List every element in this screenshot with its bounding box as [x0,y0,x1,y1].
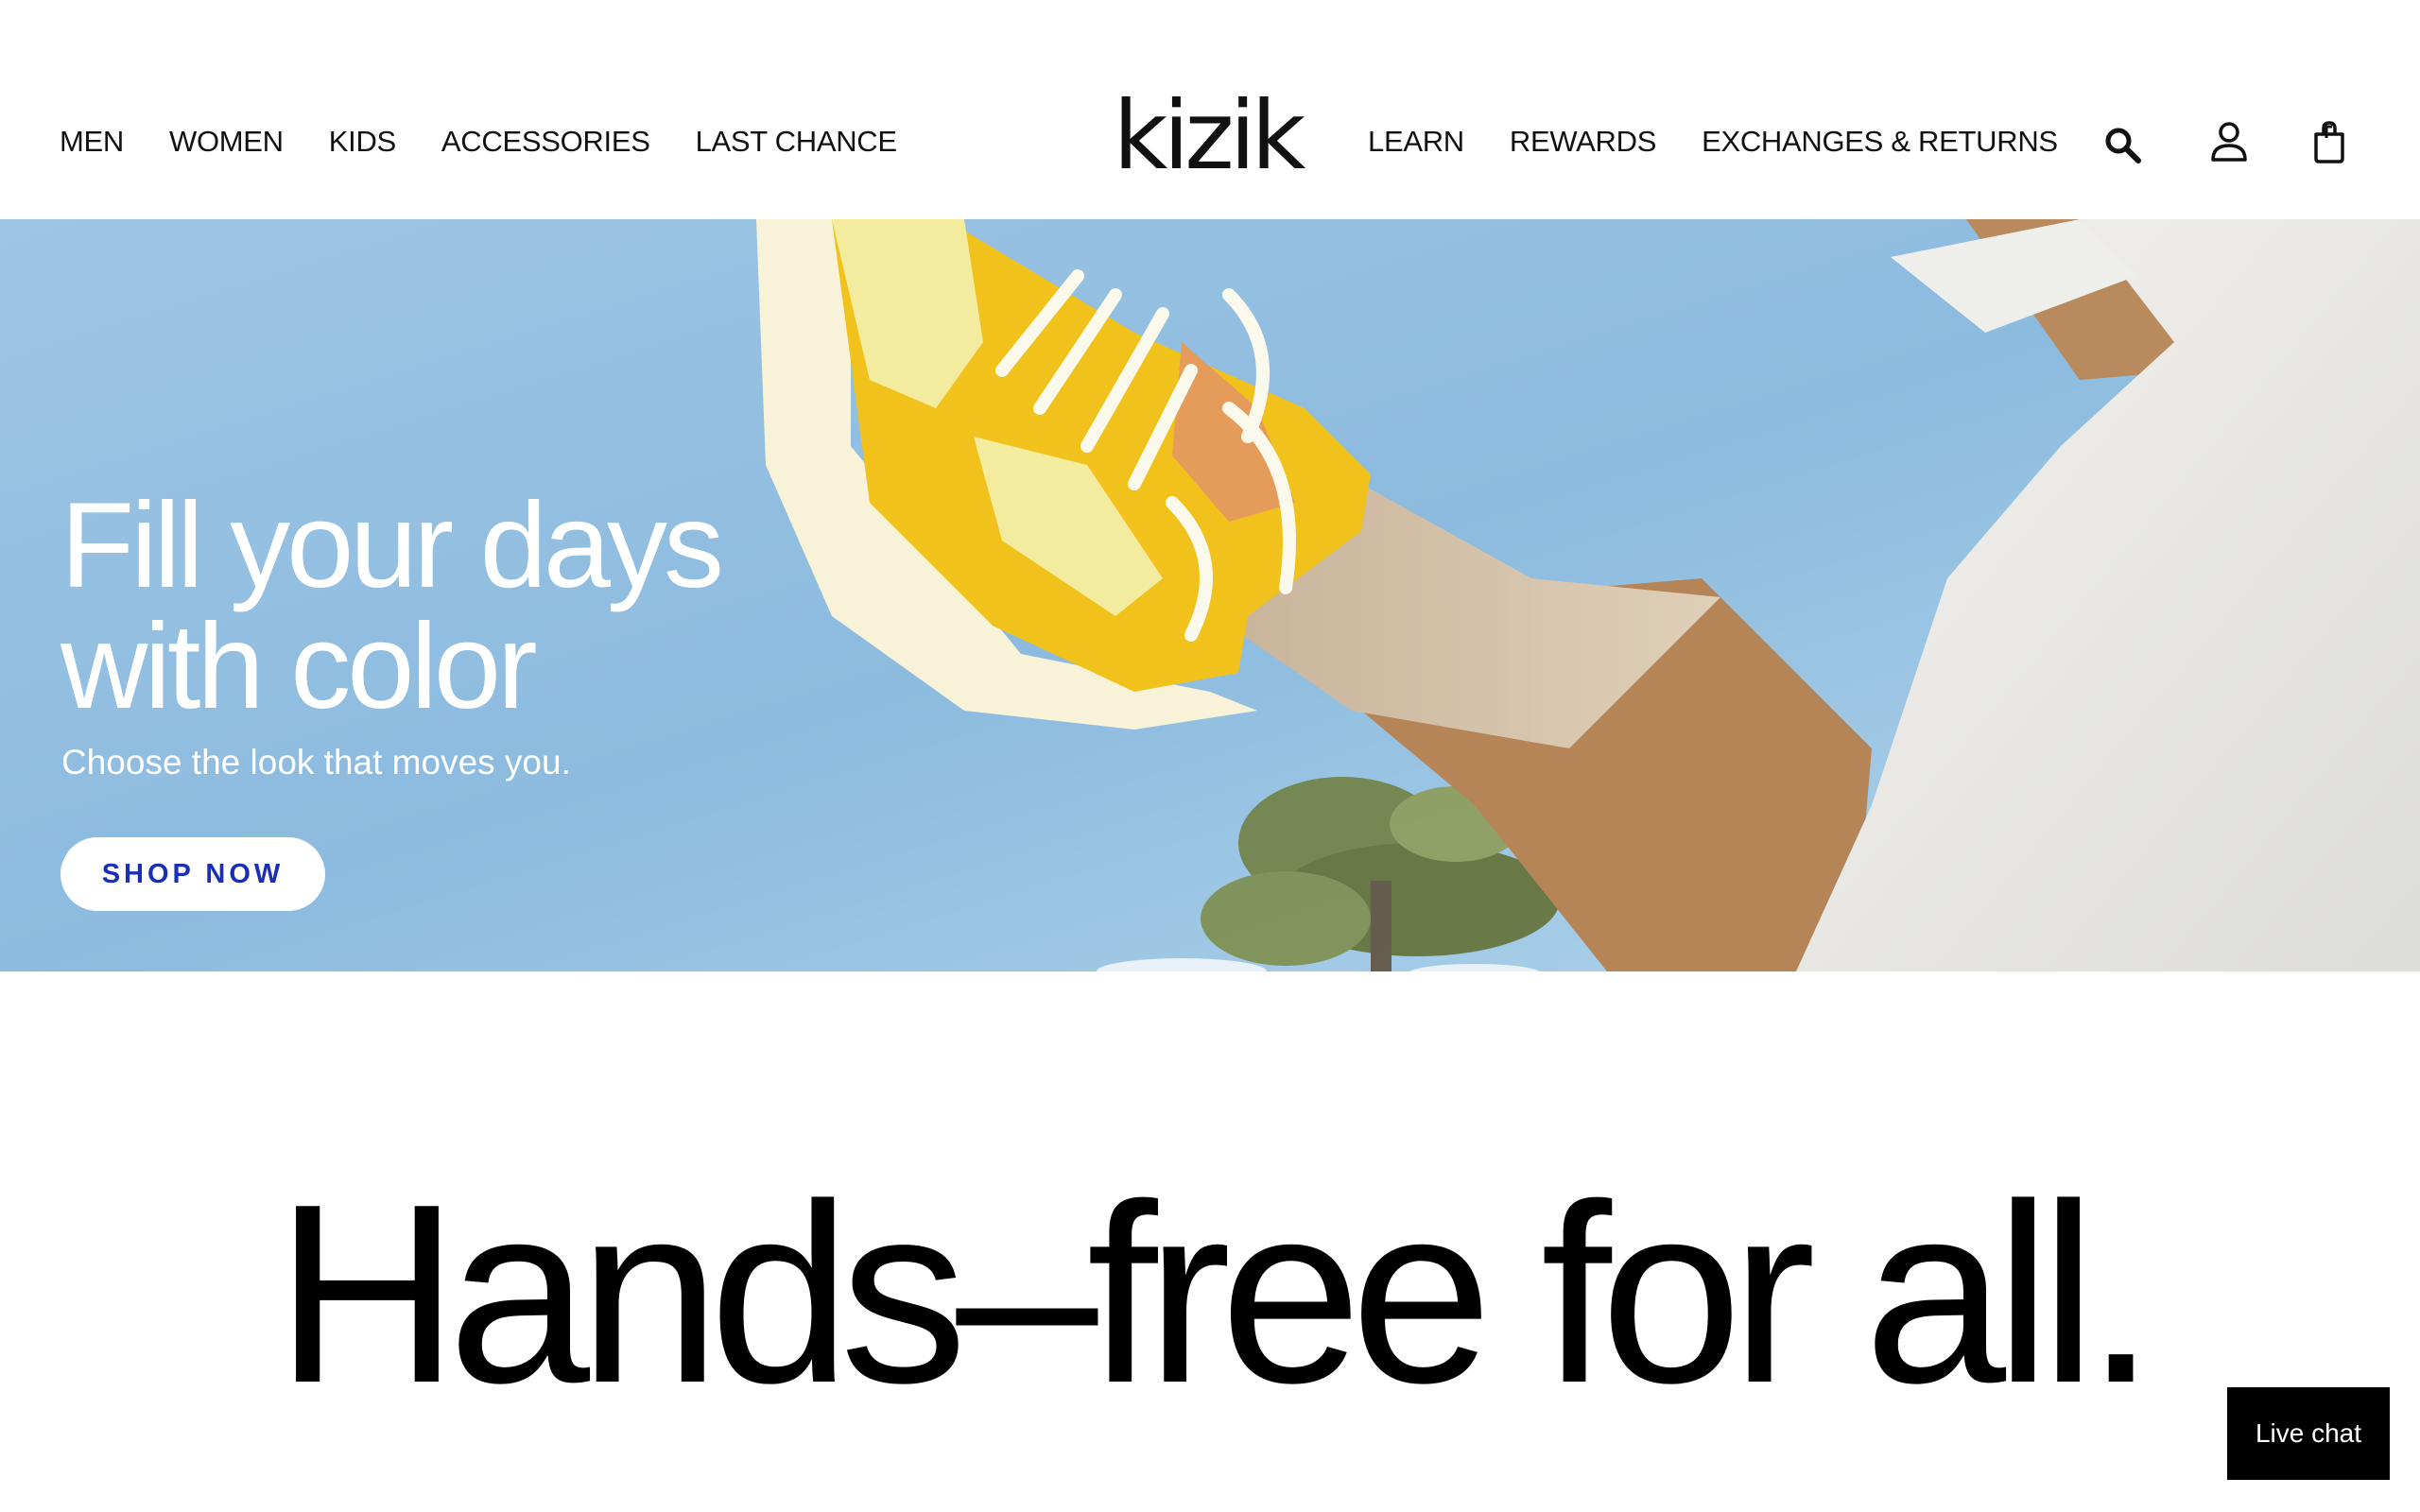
hero-banner: Fill your days with color Choose the loo… [0,219,2420,971]
nav-last-chance[interactable]: LAST CHANCE [696,121,897,163]
nav-kids[interactable]: KIDS [329,121,396,163]
nav-rewards[interactable]: REWARDS [1510,121,1657,163]
search-icon [2105,128,2141,163]
nav-exchanges-returns[interactable]: EXCHANGES & RETURNS [1702,121,2058,163]
live-chat-button[interactable]: Live chat [2227,1387,2390,1480]
nav-women[interactable]: WOMEN [169,121,284,163]
shop-now-button[interactable]: SHOP NOW [60,837,325,911]
search-button[interactable] [2097,119,2150,172]
account-icon [2211,122,2247,162]
secondary-nav: LEARN REWARDS EXCHANGES & RETURNS [1368,121,2058,163]
cart-button[interactable] [2303,115,2356,168]
site-header: MEN WOMEN KIDS ACCESSORIES LAST CHANCE k… [0,0,2420,219]
account-button[interactable] [2203,115,2256,168]
cart-icon [2314,121,2344,163]
kizik-logo[interactable]: kizik [1108,87,1306,185]
primary-nav: MEN WOMEN KIDS ACCESSORIES LAST CHANCE [60,121,897,163]
tagline-heading: Hands–free for all. [274,1152,2156,1436]
hero-title: Fill your days with color [60,486,911,728]
nav-accessories[interactable]: ACCESSORIES [441,121,650,163]
hero-title-line-1: Fill your days [60,478,724,613]
hero-subtitle: Choose the look that moves you. [61,743,571,782]
nav-men[interactable]: MEN [60,121,124,163]
nav-learn[interactable]: LEARN [1368,121,1464,163]
hero-title-line-2: with color [60,599,538,734]
